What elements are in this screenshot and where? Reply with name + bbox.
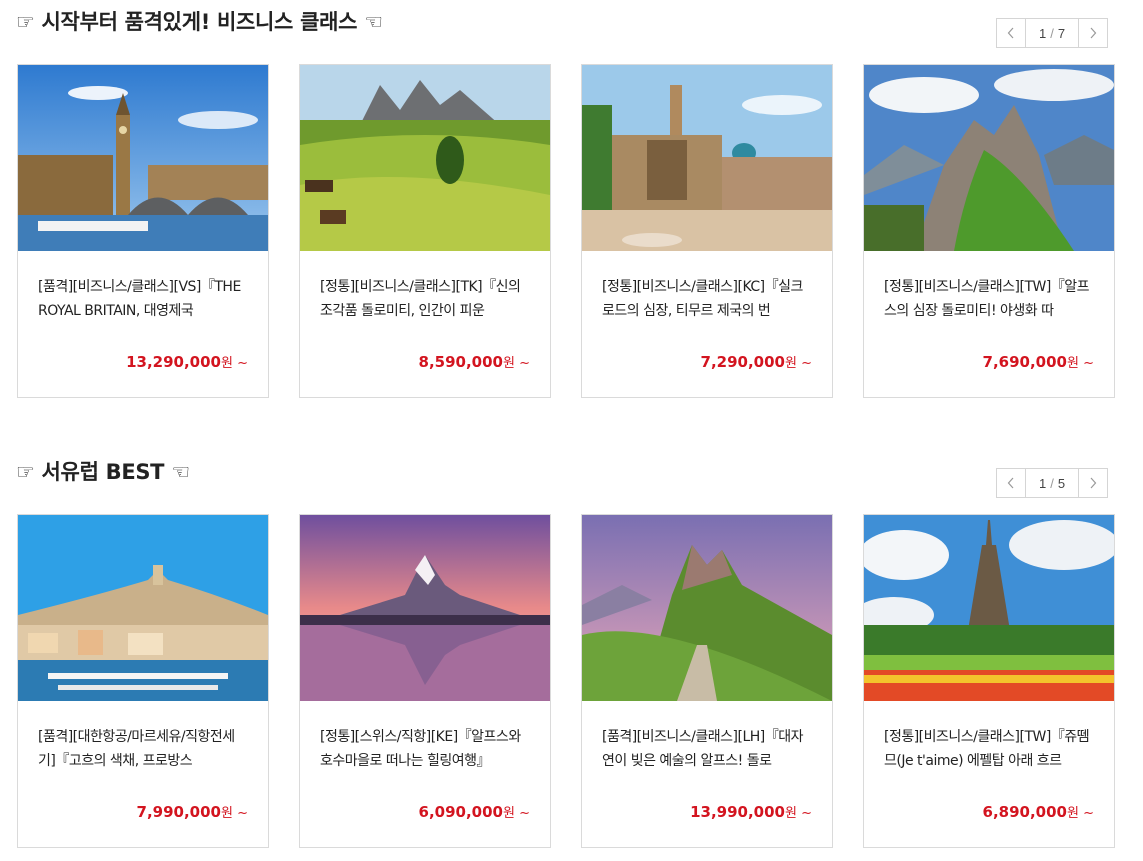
- price-value: 6,090,000: [418, 803, 503, 821]
- price-unit: 원 ~: [221, 356, 248, 371]
- product-image-samarkand[interactable]: [582, 65, 832, 251]
- price-value: 7,290,000: [700, 353, 785, 371]
- product-title[interactable]: [정통][비즈니스/클래스][TK]『신의 조각품 돌로미티, 인간이 피운: [320, 275, 532, 323]
- product-card[interactable]: [정통][비즈니스/클래스][TK]『신의 조각품 돌로미티, 인간이 피운 8…: [299, 64, 551, 398]
- total-pages: 5: [1057, 475, 1066, 491]
- price-unit: 원 ~: [1067, 356, 1094, 371]
- product-title[interactable]: [품격][대한항공/마르세유/직항전세기]『고흐의 색채, 프로방스: [38, 725, 250, 773]
- product-title[interactable]: [품격][비즈니스/클래스][VS]『THE ROYAL BRITAIN, 대영…: [38, 275, 250, 323]
- carousel-pager: 1 / 5: [996, 468, 1108, 498]
- price-unit: 원 ~: [503, 806, 530, 821]
- product-card[interactable]: [품격][비즈니스/클래스][LH]『대자연이 빚은 예술의 알프스! 돌로 1…: [581, 514, 833, 848]
- product-image-london[interactable]: [18, 65, 268, 251]
- chevron-left-icon: [1007, 477, 1014, 489]
- product-price: 7,690,000원 ~: [983, 352, 1094, 371]
- product-image-marseille[interactable]: [18, 515, 268, 701]
- price-value: 6,890,000: [982, 803, 1067, 821]
- product-price: 6,090,000원 ~: [419, 802, 530, 821]
- price-value: 8,590,000: [418, 353, 503, 371]
- next-button[interactable]: [1078, 19, 1107, 47]
- product-image-eiffel[interactable]: [864, 515, 1114, 701]
- product-image-matterhorn[interactable]: [300, 515, 550, 701]
- product-card[interactable]: [품격][대한항공/마르세유/직항전세기]『고흐의 색채, 프로방스 7,990…: [17, 514, 269, 848]
- product-title[interactable]: [품격][비즈니스/클래스][LH]『대자연이 빚은 예술의 알프스! 돌로: [602, 725, 814, 773]
- product-price: 8,590,000원 ~: [419, 352, 530, 371]
- product-price: 7,290,000원 ~: [701, 352, 812, 371]
- product-card[interactable]: [정통][비즈니스/클래스][KC]『실크로드의 심장, 티무르 제국의 번 7…: [581, 64, 833, 398]
- prev-button[interactable]: [997, 469, 1026, 497]
- carousel-pager: 1 / 7: [996, 18, 1108, 48]
- section-title: ☞ 서유럽 BEST ☜: [16, 460, 190, 484]
- product-price: 6,890,000원 ~: [983, 802, 1094, 821]
- product-image-dolomites-meadow[interactable]: [300, 65, 550, 251]
- section-business-class: ☞ 시작부터 품격있게! 비즈니스 클래스 ☜ 1 / 7 [품격][비즈니스/…: [0, 2, 1143, 402]
- product-title[interactable]: [정통][스위스/직항][KE]『알프스와 호수마을로 떠나는 힐링여행』: [320, 725, 532, 773]
- price-value: 13,290,000: [126, 353, 221, 371]
- page-counter: 1 / 5: [1026, 469, 1078, 497]
- price-value: 13,990,000: [690, 803, 785, 821]
- page-separator: /: [1050, 475, 1054, 491]
- current-page: 1: [1038, 25, 1047, 41]
- product-price: 7,990,000원 ~: [137, 802, 248, 821]
- product-card[interactable]: [품격][비즈니스/클래스][VS]『THE ROYAL BRITAIN, 대영…: [17, 64, 269, 398]
- section-title: ☞ 시작부터 품격있게! 비즈니스 클래스 ☜: [16, 10, 383, 34]
- chevron-right-icon: [1090, 477, 1097, 489]
- price-unit: 원 ~: [785, 806, 812, 821]
- price-unit: 원 ~: [503, 356, 530, 371]
- product-card[interactable]: [정통][비즈니스/클래스][TW]『쥬뗌므(Je t'aime) 에펠탑 아래…: [863, 514, 1115, 848]
- prev-button[interactable]: [997, 19, 1026, 47]
- next-button[interactable]: [1078, 469, 1107, 497]
- product-price: 13,990,000원 ~: [690, 802, 812, 821]
- product-price: 13,290,000원 ~: [126, 352, 248, 371]
- product-image-seceda[interactable]: [582, 515, 832, 701]
- page-counter: 1 / 7: [1026, 19, 1078, 47]
- price-unit: 원 ~: [221, 806, 248, 821]
- chevron-left-icon: [1007, 27, 1014, 39]
- price-unit: 원 ~: [1067, 806, 1094, 821]
- price-value: 7,690,000: [982, 353, 1067, 371]
- product-card[interactable]: [정통][비즈니스/클래스][TW]『알프스의 심장 돌로미티! 야생화 따 7…: [863, 64, 1115, 398]
- section-west-europe-best: ☞ 서유럽 BEST ☜ 1 / 5 [품격][대한항공/마르세유/직항전세기]…: [0, 452, 1143, 852]
- chevron-right-icon: [1090, 27, 1097, 39]
- current-page: 1: [1038, 475, 1047, 491]
- product-title[interactable]: [정통][비즈니스/클래스][TW]『알프스의 심장 돌로미티! 야생화 따: [884, 275, 1096, 323]
- product-title[interactable]: [정통][비즈니스/클래스][KC]『실크로드의 심장, 티무르 제국의 번: [602, 275, 814, 323]
- price-value: 7,990,000: [136, 803, 221, 821]
- product-card[interactable]: [정통][스위스/직항][KE]『알프스와 호수마을로 떠나는 힐링여행』 6,…: [299, 514, 551, 848]
- total-pages: 7: [1057, 25, 1066, 41]
- price-unit: 원 ~: [785, 356, 812, 371]
- product-title[interactable]: [정통][비즈니스/클래스][TW]『쥬뗌므(Je t'aime) 에펠탑 아래…: [884, 725, 1096, 773]
- product-image-dolomites-peaks[interactable]: [864, 65, 1114, 251]
- page-separator: /: [1050, 25, 1054, 41]
